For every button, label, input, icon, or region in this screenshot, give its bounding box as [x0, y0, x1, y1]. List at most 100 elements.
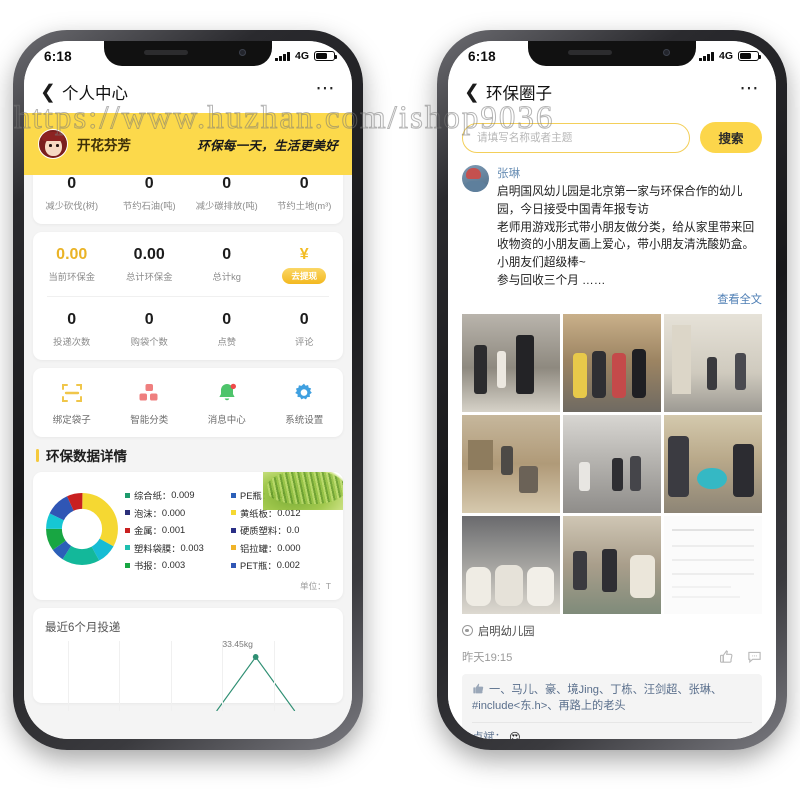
- search-bar: 搜索: [448, 113, 776, 161]
- post-photo[interactable]: [563, 313, 661, 412]
- gear-icon: [266, 380, 344, 406]
- activity-stat-0: 0 投递次数: [33, 310, 111, 348]
- back-chevron-icon[interactable]: ❮: [40, 83, 60, 102]
- post-photo[interactable]: [462, 515, 560, 614]
- phone-left-screen: 6:18 4G ❮ 个人中心 ⋯ 开花芬芳 环保每一天，生活更美好 0 减少砍伐…: [24, 41, 352, 739]
- bell-icon: [188, 380, 266, 406]
- legend-item: 综合纸： 0.009: [125, 488, 225, 502]
- quick-action-messages[interactable]: 消息中心: [188, 380, 266, 426]
- signal-bars-icon: [699, 51, 714, 61]
- legend-value: 0.0: [286, 525, 300, 535]
- earpiece-speaker: [568, 50, 612, 55]
- quick-action-smart-sort[interactable]: 智能分类: [111, 380, 189, 426]
- eco-detail-chart-card: 综合纸：0.009 PE瓶：0.0 泡沫：0.000 黄纸板：0.012 金属：…: [33, 472, 343, 600]
- activity-stat-label: 购袋个数: [130, 337, 168, 347]
- activity-stat-3: 0 评论: [266, 310, 344, 348]
- account-stat-value: 0: [222, 246, 232, 263]
- eco-stat-label: 节约土地(m³): [277, 201, 332, 211]
- legend-item: 书报： 0.003: [125, 558, 225, 572]
- phone-right-screen: 6:18 4G ❮ 环保圈子 ⋯ 搜索: [448, 41, 776, 739]
- thumbs-up-icon[interactable]: [719, 649, 734, 664]
- post-photo[interactable]: [462, 313, 560, 412]
- post-photo[interactable]: [664, 414, 762, 513]
- screenshot-root: 6:18 4G ❮ 个人中心 ⋯ 开花芬芳 环保每一天，生活更美好 0 减少砍伐…: [0, 0, 800, 800]
- donut-chart: [46, 493, 118, 565]
- nav-bar-right: ❮ 环保圈子 ⋯: [448, 71, 776, 113]
- comment-bubble-icon[interactable]: [747, 649, 762, 664]
- more-dots-icon[interactable]: ⋯: [316, 79, 337, 105]
- post-photo[interactable]: [462, 414, 560, 513]
- network-label: 4G: [294, 50, 309, 62]
- activity-stat-value: 0: [222, 311, 232, 328]
- likers-names[interactable]: 一、马儿、豪、境Jing、丁栋、汪剑超、张琳、#include<东.h>、再路上…: [472, 684, 722, 713]
- account-stat-label: 当前环保金: [48, 272, 96, 282]
- yen-icon: ¥: [299, 246, 309, 263]
- line-chart-title: 最近6个月投递: [45, 622, 121, 634]
- withdraw-cell: ¥ 去提现: [266, 245, 344, 284]
- quick-action-settings[interactable]: 系统设置: [266, 380, 344, 426]
- eco-stat-0: 0 减少砍伐(树): [33, 174, 111, 212]
- search-button[interactable]: 搜索: [700, 122, 762, 153]
- eco-stat-3: 0 节约土地(m³): [266, 174, 344, 212]
- notch: [104, 41, 272, 66]
- post-photo[interactable]: [563, 515, 661, 614]
- quick-actions-card: 绑定袋子 智能分类 消息中心 系统设置: [33, 368, 343, 437]
- username: 开花芬芳: [77, 138, 131, 153]
- account-stat-kg: 0 总计kg: [188, 245, 266, 284]
- comment-item[interactable]: 卢斌： 😍: [472, 730, 752, 739]
- more-dots-icon[interactable]: ⋯: [740, 79, 761, 105]
- eco-stat-1: 0 节约石油(吨): [111, 174, 189, 212]
- account-stat-total: 0.00 总计环保金: [111, 245, 189, 284]
- avatar[interactable]: [38, 129, 68, 159]
- eco-stat-value: 0: [299, 175, 309, 192]
- post-author-name[interactable]: 张琳: [497, 165, 762, 181]
- post-item: 张琳 启明国风幼儿园是北京第一家与环保合作的幼儿园，今日接受中国青年报专访 老师…: [448, 161, 776, 307]
- post-photo[interactable]: [563, 414, 661, 513]
- account-stat-label: 总计环保金: [126, 272, 173, 282]
- legend-item: 铝拉罐： 0.000: [231, 541, 331, 555]
- likes-and-comments-box: 一、马儿、豪、境Jing、丁栋、汪剑超、张琳、#include<东.h>、再路上…: [462, 673, 762, 739]
- page-title: 环保圈子: [486, 85, 552, 103]
- line-peak-label: 33.45kg: [222, 639, 253, 649]
- withdraw-button[interactable]: 去提现: [282, 268, 327, 284]
- activity-stats-row: 0 投递次数 0 购袋个数 0 点赞 0 评论: [33, 297, 343, 360]
- post-text: 启明国风幼儿园是北京第一家与环保合作的幼儿园，今日接受中国青年报专访 老师用游戏…: [497, 185, 755, 287]
- section-title-eco-detail: 环保数据详情: [36, 445, 352, 465]
- post-body: 张琳 启明国风幼儿园是北京第一家与环保合作的幼儿园，今日接受中国青年报专访 老师…: [497, 165, 762, 307]
- post-location[interactable]: 启明幼儿园: [462, 623, 762, 639]
- monthly-delivery-card: 最近6个月投递 33.45kg: [33, 608, 343, 712]
- activity-stat-1: 0 购袋个数: [111, 310, 189, 348]
- legend-value: 0.009: [171, 490, 195, 500]
- line-chart-path: [216, 654, 296, 712]
- post-author-avatar[interactable]: [462, 165, 489, 192]
- post-photo[interactable]: [664, 313, 762, 412]
- chart-unit-label: 单位：T: [299, 581, 331, 591]
- account-card: 0.00 当前环保金 0.00 总计环保金 0 总计kg ¥ 去提现 0 投递次…: [33, 232, 343, 360]
- search-input[interactable]: [462, 122, 690, 153]
- account-stat-value: 0.00: [133, 246, 165, 263]
- earpiece-speaker: [144, 50, 188, 55]
- post-photo-grid: [462, 313, 762, 614]
- legend-label: 铝拉罐: [240, 543, 268, 554]
- account-stats-row: 0.00 当前环保金 0.00 总计环保金 0 总计kg ¥ 去提现: [33, 232, 343, 296]
- page-title: 个人中心: [62, 85, 128, 103]
- quick-action-bind-bag[interactable]: 绑定袋子: [33, 380, 111, 426]
- account-stat-current: 0.00 当前环保金: [33, 245, 111, 284]
- view-full-text-link[interactable]: 查看全文: [497, 291, 762, 307]
- profile-header: 开花芬芳 环保每一天，生活更美好: [24, 113, 352, 175]
- phone-right: 6:18 4G ❮ 环保圈子 ⋯ 搜索: [437, 30, 787, 750]
- status-time: 6:18: [468, 48, 496, 64]
- legend-item: 塑料袋膜： 0.003: [125, 541, 225, 555]
- activity-stat-2: 0 点赞: [188, 310, 266, 348]
- grass-decoration-icon: [263, 472, 343, 510]
- legend-value: 0.000: [277, 542, 301, 553]
- eco-stat-value: 0: [67, 175, 77, 192]
- quick-action-label: 消息中心: [207, 415, 246, 426]
- eco-stat-value: 0: [222, 175, 232, 192]
- back-chevron-icon[interactable]: ❮: [464, 83, 484, 102]
- battery-icon: [314, 50, 338, 62]
- legend-value: 0.003: [161, 560, 186, 570]
- post-photo[interactable]: [664, 515, 762, 614]
- front-camera: [663, 49, 670, 56]
- legend-item: 金属： 0.001: [125, 523, 225, 537]
